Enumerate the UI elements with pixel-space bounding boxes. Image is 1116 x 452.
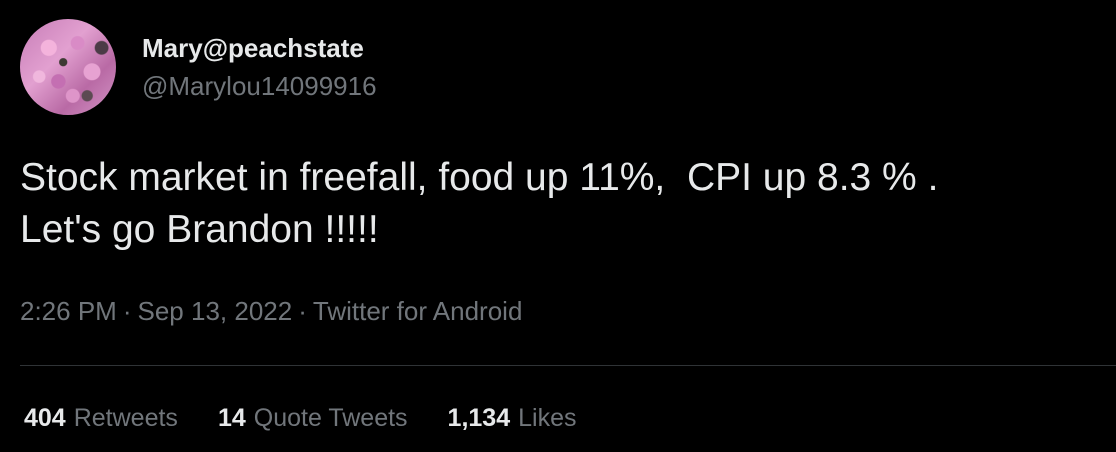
meta-separator: ·	[122, 296, 132, 326]
retweets-count: 404	[24, 404, 66, 432]
tweet-text: Stock market in freefall, food up 11%, C…	[20, 152, 1100, 256]
author-handle[interactable]: @Marylou14099916	[142, 70, 377, 102]
tweet-date[interactable]: Sep 13, 2022	[138, 294, 293, 328]
likes-label: Likes	[518, 404, 577, 432]
tweet-stats: 404 Retweets 14 Quote Tweets 1,134 Likes	[24, 401, 616, 435]
quote-tweets-stat[interactable]: 14 Quote Tweets	[218, 401, 408, 435]
tweet-meta: 2:26 PM · Sep 13, 2022 · Twitter for And…	[20, 294, 522, 328]
author-names: Mary@peachstate @Marylou14099916	[142, 32, 377, 102]
quote-tweets-label: Quote Tweets	[253, 404, 408, 432]
tweet-card: Mary@peachstate @Marylou14099916 Stock m…	[0, 0, 1116, 452]
quote-tweets-count: 14	[217, 404, 246, 432]
tweet-time[interactable]: 2:26 PM	[20, 294, 117, 328]
avatar[interactable]	[20, 19, 116, 115]
tweet-source[interactable]: Twitter for Android	[313, 294, 523, 328]
meta-separator: ·	[298, 296, 307, 326]
divider	[20, 365, 1116, 366]
tweet-text-line-1: Stock market in freefall, food up 11%, C…	[20, 156, 939, 199]
retweets-label: Retweets	[73, 404, 178, 432]
likes-count: 1,134	[447, 404, 511, 432]
tweet-text-line-2: Let's go Brandon !!!!!	[20, 208, 379, 251]
author-display-name[interactable]: Mary@peachstate	[142, 32, 377, 64]
retweets-stat[interactable]: 404 Retweets	[24, 401, 178, 435]
likes-stat[interactable]: 1,134 Likes	[448, 401, 577, 435]
tweet-header: Mary@peachstate @Marylou14099916	[20, 19, 377, 115]
